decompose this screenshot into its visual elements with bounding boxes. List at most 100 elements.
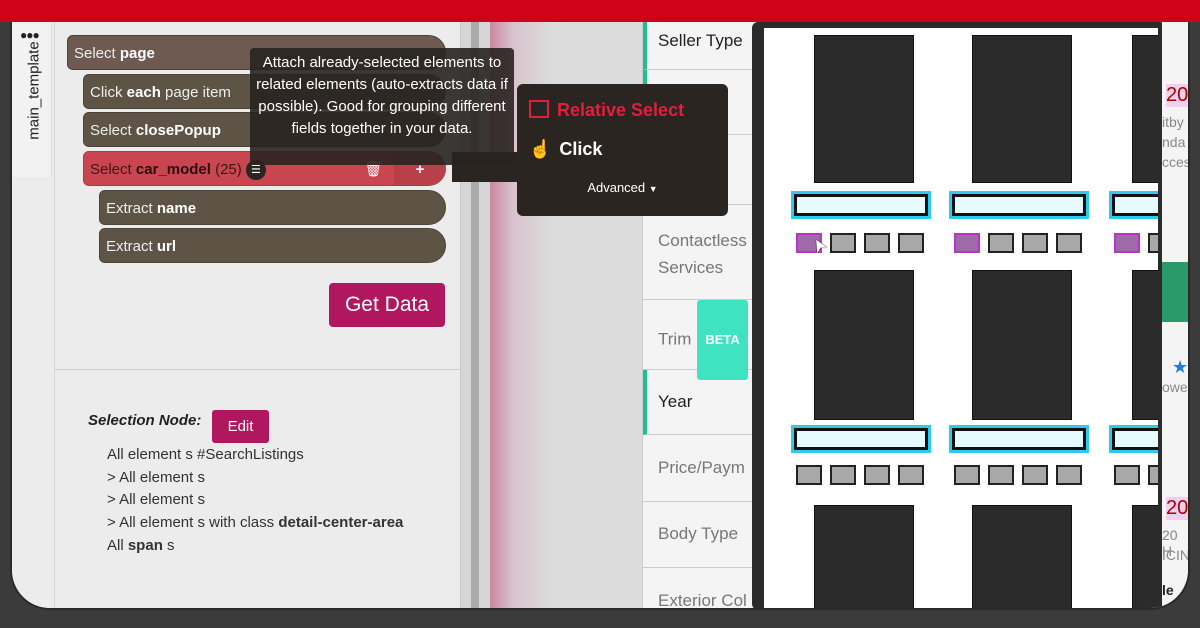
related-element xyxy=(1022,233,1048,253)
divider xyxy=(54,369,460,370)
related-element xyxy=(988,233,1014,253)
related-element xyxy=(864,465,890,485)
node-target: car_model xyxy=(135,161,211,178)
selected-field xyxy=(1112,428,1158,450)
path-line: All span s xyxy=(107,535,427,558)
filter-price-payment[interactable]: Price/Paym xyxy=(643,435,758,502)
edit-button[interactable]: Edit xyxy=(212,410,269,443)
beta-badge: BETA xyxy=(697,300,748,380)
node-verb: Select xyxy=(90,122,132,139)
advanced-dropdown[interactable]: Advanced ▼ xyxy=(517,180,728,195)
node-verb: Extract xyxy=(106,238,153,255)
node-verb: Select xyxy=(74,45,116,62)
filter-seller-type[interactable]: Seller Type xyxy=(643,22,758,70)
element-block xyxy=(972,35,1072,183)
related-element xyxy=(796,465,822,485)
element-block xyxy=(1132,270,1158,420)
star-icon: ★ xyxy=(1172,357,1189,377)
related-element xyxy=(954,233,980,253)
related-element xyxy=(864,233,890,253)
relative-select-diagram: ➤ xyxy=(752,22,1166,608)
diagram-canvas: ➤ xyxy=(764,28,1158,608)
menu-item-relative-select[interactable]: Relative Select xyxy=(529,100,684,121)
element-block xyxy=(972,270,1072,420)
filter-body-type[interactable]: Body Type xyxy=(643,502,758,568)
filter-year[interactable]: Year xyxy=(643,370,758,435)
app-window: ●●● main_template Select page Click each… xyxy=(10,22,1190,610)
element-block xyxy=(1132,35,1158,183)
related-element xyxy=(1114,233,1140,253)
path-text: All xyxy=(107,536,124,554)
menu-label: Click xyxy=(559,139,603,159)
element-block xyxy=(972,505,1072,608)
relative-select-icon xyxy=(529,100,549,118)
selected-field xyxy=(794,428,928,450)
element-block xyxy=(814,505,914,608)
node-target: page xyxy=(119,45,155,62)
related-element xyxy=(1114,465,1140,485)
element-block xyxy=(1132,505,1158,608)
path-line: > All element s xyxy=(107,491,205,509)
related-element xyxy=(1148,465,1158,485)
filter-exterior-color[interactable]: Exterior Col xyxy=(643,568,758,608)
path-text: s xyxy=(167,536,175,554)
element-block xyxy=(814,35,914,183)
tree-node-extract-name[interactable]: Extract name xyxy=(99,190,446,225)
node-target: each xyxy=(126,84,161,101)
selection-path: All element s #SearchListings > All elem… xyxy=(107,444,427,558)
selected-field xyxy=(952,194,1086,216)
path-tag: span xyxy=(127,536,163,554)
top-bar xyxy=(0,0,1200,22)
node-count: (25) xyxy=(215,161,242,178)
fragment-text: ICIN xyxy=(1162,547,1190,563)
caret-down-icon: ▼ xyxy=(648,184,658,194)
node-target: url xyxy=(156,238,177,255)
command-menu: Relative Select ☝ Click Advanced ▼ xyxy=(517,84,728,216)
fragment-text: 20 xyxy=(1166,497,1189,520)
selected-field xyxy=(1112,194,1158,216)
advanced-label: Advanced xyxy=(587,180,646,195)
fragment-text: owe xyxy=(1162,379,1188,395)
selection-node-title: Selection Node: xyxy=(88,412,201,429)
related-element xyxy=(1022,465,1048,485)
related-element xyxy=(1056,233,1082,253)
element-block xyxy=(814,270,914,420)
selected-field xyxy=(952,428,1086,450)
menu-label: Relative Select xyxy=(557,100,685,120)
car-image xyxy=(1162,262,1188,322)
related-element xyxy=(988,465,1014,485)
node-verb: Extract xyxy=(106,200,153,217)
node-verb: Select xyxy=(90,161,132,178)
related-element xyxy=(898,465,924,485)
filter-label: Trim xyxy=(658,329,692,349)
node-target: closePopup xyxy=(135,122,221,139)
selected-field xyxy=(794,194,928,216)
node-target: name xyxy=(156,200,197,217)
menu-item-click[interactable]: ☝ Click xyxy=(529,139,602,160)
tooltip: Attach already-selected elements to rela… xyxy=(250,48,514,165)
related-element xyxy=(830,465,856,485)
tab-main-template[interactable]: ●●● main_template xyxy=(12,22,52,177)
path-class: detail-center-area xyxy=(278,514,404,532)
node-verb: Click xyxy=(90,84,123,101)
listing-fragment: 20 itby nda cces ★ owe 20 20 H ICIN le xyxy=(1162,22,1190,608)
fragment-text: cces xyxy=(1162,154,1190,170)
filter-trim[interactable]: Trim BETA xyxy=(643,300,758,380)
fragment-text: le xyxy=(1162,582,1174,598)
related-element xyxy=(954,465,980,485)
tab-label: main_template xyxy=(25,41,43,140)
path-text: > All element s with class xyxy=(107,514,275,532)
node-suffix: page item xyxy=(165,84,231,101)
path-line: > All element s xyxy=(107,468,205,486)
filter-contactless-services[interactable]: Contactless Services xyxy=(643,205,758,300)
get-data-button[interactable]: Get Data xyxy=(329,283,445,327)
related-element xyxy=(898,233,924,253)
tree-node-extract-url[interactable]: Extract url xyxy=(99,228,446,263)
path-line: > All element s with class detail-center… xyxy=(107,512,427,535)
fragment-text: 20 xyxy=(1166,84,1189,107)
fragment-text: nda xyxy=(1162,134,1186,150)
related-element xyxy=(1056,465,1082,485)
related-element xyxy=(830,233,856,253)
path-line: All element s #SearchListings xyxy=(107,446,304,463)
fragment-text: itby xyxy=(1162,114,1184,130)
